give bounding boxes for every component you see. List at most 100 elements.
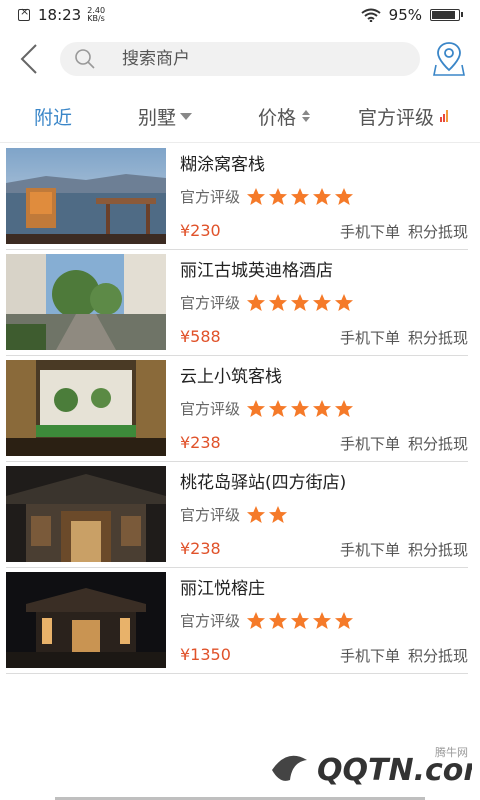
star-rating: [246, 611, 354, 631]
tag-mobile-order: 手机下单: [339, 435, 400, 453]
sort-arrows-icon: [302, 110, 311, 122]
filter-bar: 附近 别墅 价格 官方评级: [0, 90, 480, 143]
tag-points-discount: 积分抵现: [407, 223, 468, 241]
tags: 手机下单 积分抵现: [340, 645, 468, 666]
list-item[interactable]: 丽江悦榕庄 官方评级 ¥1350 手机下单 积分抵现: [6, 568, 468, 674]
tag-mobile-order: 手机下单: [339, 541, 400, 559]
search-box[interactable]: [60, 42, 420, 76]
star-icon: [291, 399, 310, 417]
back-arrow-icon: [20, 44, 37, 74]
hotel-name: 桃花岛驿站(四方街店): [180, 473, 347, 493]
status-left: 18:23 2.40 KB/s: [18, 5, 105, 24]
star-icon: [335, 293, 354, 311]
net-speed: 2.40 KB/s: [87, 7, 105, 23]
tag-points-discount: 积分抵现: [407, 435, 468, 453]
tags: 手机下单 积分抵现: [340, 327, 468, 348]
status-bar: 18:23 2.40 KB/s 95%: [0, 0, 480, 30]
search-input[interactable]: [120, 48, 404, 70]
star-icon: [247, 505, 266, 523]
rating-label: 官方评级: [180, 506, 241, 524]
hotel-photo: [6, 360, 166, 456]
hotel-photo: [6, 466, 166, 562]
watermark-logo-text: QQTN.com: [317, 753, 472, 788]
tag-points-discount: 积分抵现: [407, 329, 468, 347]
star-icon: [247, 611, 266, 629]
search-header: [0, 36, 480, 82]
tag-mobile-order: 手机下单: [339, 329, 400, 347]
tag-points-discount: 积分抵现: [407, 541, 468, 559]
price: ¥1350: [180, 645, 231, 664]
price: ¥238: [180, 433, 221, 452]
filter-nearby[interactable]: 附近: [34, 103, 72, 130]
battery-icon: [430, 9, 463, 21]
filter-official-rating[interactable]: 官方评级: [358, 103, 449, 130]
list-item[interactable]: 桃花岛驿站(四方街店) 官方评级 ¥238 手机下单 积分抵现: [6, 462, 468, 568]
filter-villa-label: 别墅: [138, 106, 177, 129]
star-icon: [313, 187, 332, 205]
list-item[interactable]: 云上小筑客栈 官方评级 ¥238 手机下单 积分抵现: [6, 356, 468, 462]
star-icon: [247, 293, 266, 311]
battery-fill: [432, 11, 455, 19]
star-rating: [246, 187, 354, 207]
star-icon: [269, 611, 288, 629]
hotel-list: 糊涂窝客栈 官方评级 ¥230 手机下单 积分抵现 丽江古城英迪格酒店 官方评级…: [0, 144, 480, 674]
star-icon: [313, 611, 332, 629]
filter-price[interactable]: 价格: [258, 103, 311, 130]
rating-row: 官方评级: [180, 610, 354, 631]
filter-price-label: 价格: [258, 106, 297, 129]
hotel-name: 丽江悦榕庄: [180, 579, 265, 599]
star-icon: [291, 293, 310, 311]
star-icon: [291, 187, 310, 205]
rating-label: 官方评级: [180, 294, 241, 312]
hotel-photo: [6, 148, 166, 244]
rating-row: 官方评级: [180, 186, 354, 207]
star-icon: [313, 293, 332, 311]
tags: 手机下单 积分抵现: [340, 221, 468, 242]
hotel-photo: [6, 254, 166, 350]
rating-label: 官方评级: [180, 612, 241, 630]
filter-nearby-label: 附近: [34, 106, 73, 129]
filter-rating-label: 官方评级: [358, 106, 435, 129]
star-icon: [269, 293, 288, 311]
rating-label: 官方评级: [180, 188, 241, 206]
tags: 手机下单 积分抵现: [340, 539, 468, 560]
list-item[interactable]: 丽江古城英迪格酒店 官方评级 ¥588 手机下单 积分抵现: [6, 250, 468, 356]
rating-bars-icon: [440, 110, 449, 122]
hotel-photo: [6, 572, 166, 668]
tags: 手机下单 积分抵现: [340, 433, 468, 454]
back-button[interactable]: [14, 42, 46, 76]
rating-row: 官方评级: [180, 398, 354, 419]
dropdown-arrow-icon: [180, 112, 193, 120]
location-button[interactable]: [432, 40, 466, 78]
hotel-name: 云上小筑客栈: [180, 367, 282, 387]
tag-mobile-order: 手机下单: [339, 647, 400, 665]
price: ¥230: [180, 221, 221, 240]
star-icon: [247, 399, 266, 417]
star-icon: [247, 187, 266, 205]
status-right: 95%: [361, 6, 463, 24]
notification-icon: [18, 5, 30, 21]
star-icon: [269, 399, 288, 417]
star-rating: [246, 505, 288, 525]
list-item[interactable]: 糊涂窝客栈 官方评级 ¥230 手机下单 积分抵现: [6, 144, 468, 250]
star-rating: [246, 293, 354, 313]
tag-mobile-order: 手机下单: [339, 223, 400, 241]
rating-label: 官方评级: [180, 400, 241, 418]
battery-percent: 95%: [388, 6, 422, 24]
star-icon: [335, 611, 354, 629]
search-icon: [75, 49, 95, 69]
hotel-name: 糊涂窝客栈: [180, 155, 265, 175]
hotel-name: 丽江古城英迪格酒店: [180, 261, 333, 281]
star-icon: [313, 399, 332, 417]
status-time: 18:23: [38, 6, 82, 24]
star-icon: [291, 611, 310, 629]
star-icon: [269, 187, 288, 205]
wifi-icon: [361, 8, 381, 22]
star-rating: [246, 399, 354, 419]
rating-row: 官方评级: [180, 292, 354, 313]
watermark-logo: QQTN.com: [262, 740, 480, 794]
rating-row: 官方评级: [180, 504, 288, 525]
filter-villa[interactable]: 别墅: [138, 103, 193, 130]
map-location-icon: [433, 42, 465, 76]
price: ¥238: [180, 539, 221, 558]
